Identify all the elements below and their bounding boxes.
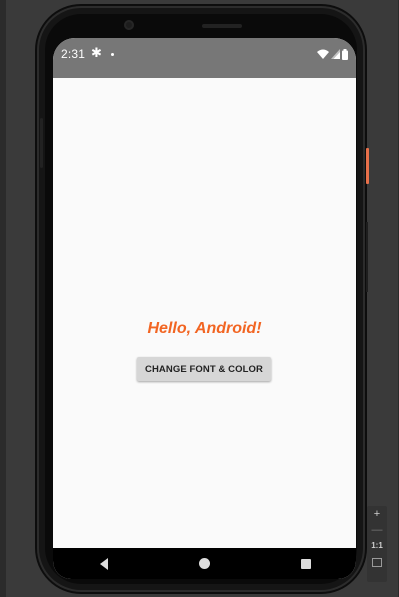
- home-circle-icon: [199, 558, 210, 569]
- back-triangle-icon: [99, 557, 108, 570]
- back-button[interactable]: [53, 548, 154, 579]
- zoom-out-button[interactable]: —: [372, 522, 383, 538]
- power-button-highlight: [366, 148, 369, 184]
- device-screen: 2:31 ✱ Hello, Android! CHANGE FONT & COL…: [53, 38, 356, 579]
- app-content: Hello, Android! CHANGE FONT & COLOR: [53, 78, 356, 548]
- home-button[interactable]: [154, 548, 255, 579]
- zoom-fit-screen-icon[interactable]: [372, 558, 382, 567]
- side-volume-rocker: [366, 222, 368, 292]
- volume-button: [40, 118, 43, 168]
- wifi-icon: [317, 49, 329, 59]
- hello-text: Hello, Android!: [147, 320, 262, 337]
- recents-button[interactable]: [255, 548, 356, 579]
- zoom-in-button[interactable]: +: [374, 506, 380, 522]
- settings-gear-icon: ✱: [91, 45, 102, 60]
- notification-dot-icon: [111, 53, 114, 56]
- status-bar: 2:31 ✱: [53, 38, 356, 78]
- earpiece-speaker: [202, 24, 242, 28]
- status-time: 2:31: [61, 47, 86, 61]
- front-camera-icon: [124, 20, 134, 30]
- status-icons: [317, 48, 348, 60]
- navigation-bar: [53, 548, 356, 579]
- signal-icon: [331, 49, 340, 59]
- zoom-actual-size-button[interactable]: 1:1: [371, 538, 383, 554]
- battery-icon: [342, 48, 348, 60]
- change-font-color-button[interactable]: CHANGE FONT & COLOR: [137, 357, 271, 381]
- emulator-zoom-panel: + — 1:1: [367, 506, 387, 582]
- recents-square-icon: [300, 558, 311, 569]
